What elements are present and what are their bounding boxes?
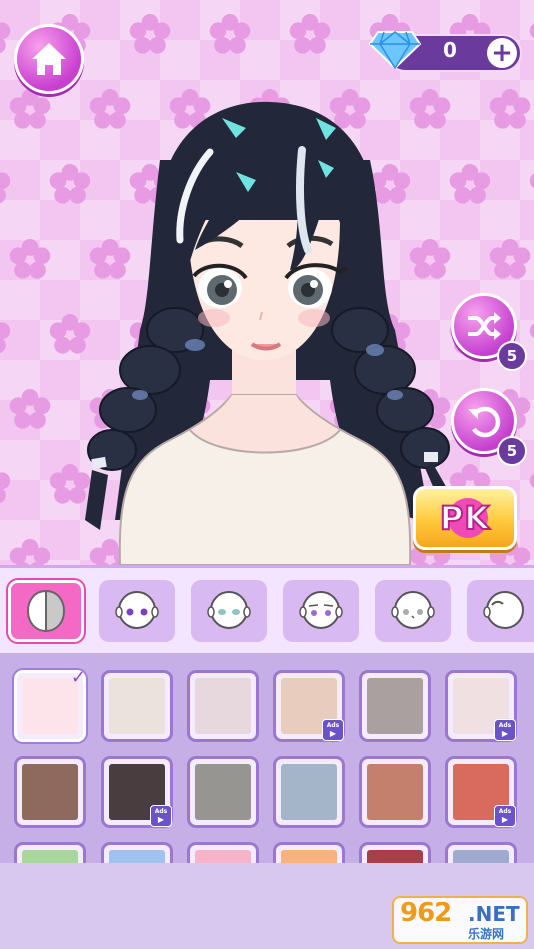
face-brow-icon	[483, 591, 524, 629]
swatch-color-fill	[367, 678, 423, 734]
category-tab-bar	[0, 565, 534, 653]
color-swatch[interactable]	[14, 756, 86, 828]
pk-button[interactable]: PK	[413, 486, 517, 550]
home-icon	[32, 43, 66, 75]
swatch-color-fill	[281, 850, 337, 863]
swatch-color-fill	[22, 850, 78, 863]
ads-video-icon: Ads ▶	[150, 805, 172, 827]
play-icon: ▶	[157, 815, 165, 824]
tab-skin-tone[interactable]	[8, 580, 84, 642]
watermark-number: 962	[400, 898, 452, 928]
tab-face-shape-4[interactable]	[375, 580, 451, 642]
color-swatch-grid: ✓ Ads ▶ Ads ▶ Ads ▶ Ads ▶	[0, 653, 534, 863]
watermark-logo: 962 .NET 乐游网	[392, 896, 528, 944]
color-swatch[interactable]	[187, 756, 259, 828]
home-button[interactable]	[14, 24, 84, 94]
color-swatch[interactable]	[445, 842, 517, 863]
swatch-color-fill	[195, 850, 251, 863]
swatch-color-fill	[453, 850, 509, 863]
skin-tone-icon	[26, 589, 66, 633]
color-swatch[interactable]	[359, 842, 431, 863]
face-eyebrow-icon	[299, 591, 343, 629]
tab-face-shape-3[interactable]	[283, 580, 359, 642]
swatch-color-fill	[367, 850, 423, 863]
add-gems-button[interactable]: +	[487, 38, 517, 68]
watermark-net: .NET	[468, 902, 520, 926]
ads-label: Ads	[498, 722, 512, 729]
swatch-color-fill	[367, 764, 423, 820]
ads-label: Ads	[154, 808, 168, 815]
color-swatch[interactable]: Ads ▶	[273, 670, 345, 742]
face-eyes-icon	[207, 591, 251, 629]
watermark-chinese: 乐游网	[468, 927, 505, 941]
swatch-color-fill	[22, 678, 78, 734]
swatch-color-fill	[109, 850, 165, 863]
pk-label: PK	[439, 498, 491, 538]
shuffle-icon	[468, 312, 501, 340]
color-swatch[interactable]: Ads ▶	[445, 756, 517, 828]
undo-icon	[468, 406, 501, 438]
color-swatch[interactable]	[101, 670, 173, 742]
face-round-icon	[115, 591, 159, 629]
swatch-color-fill	[109, 678, 165, 734]
character-preview-area: 0 + 5 5 PK	[0, 0, 534, 565]
color-swatch[interactable]	[101, 842, 173, 863]
play-icon: ▶	[501, 729, 509, 738]
color-swatch[interactable]: Ads ▶	[445, 670, 517, 742]
ads-label: Ads	[326, 722, 340, 729]
ads-video-icon: Ads ▶	[322, 719, 344, 741]
swatch-color-fill	[195, 678, 251, 734]
face-nose-icon	[391, 591, 435, 629]
swatch-color-fill	[22, 764, 78, 820]
color-swatch[interactable]	[359, 756, 431, 828]
ads-label: Ads	[498, 808, 512, 815]
color-swatch[interactable]	[14, 842, 86, 863]
tab-face-shape-5[interactable]	[467, 580, 534, 642]
checkmark-icon: ✓	[70, 667, 86, 688]
color-swatch[interactable]	[273, 756, 345, 828]
color-swatch[interactable]	[187, 670, 259, 742]
ads-video-icon: Ads ▶	[494, 805, 516, 827]
color-swatch[interactable]	[359, 670, 431, 742]
character-avatar	[85, 101, 450, 565]
color-swatch[interactable]	[187, 842, 259, 863]
play-icon: ▶	[501, 815, 509, 824]
swatch-color-fill	[281, 764, 337, 820]
color-swatch[interactable]: Ads ▶	[101, 756, 173, 828]
diamond-icon	[368, 31, 422, 70]
randomize-count-badge: 5	[497, 341, 527, 371]
swatch-color-fill	[195, 764, 251, 820]
color-swatch[interactable]: ✓	[14, 667, 86, 742]
reset-count-badge: 5	[497, 436, 527, 466]
tab-face-shape-1[interactable]	[99, 580, 175, 642]
tab-face-shape-2[interactable]	[191, 580, 267, 642]
ads-video-icon: Ads ▶	[494, 719, 516, 741]
gem-count: 0	[443, 38, 457, 62]
play-icon: ▶	[329, 729, 337, 738]
color-swatch[interactable]	[273, 842, 345, 863]
